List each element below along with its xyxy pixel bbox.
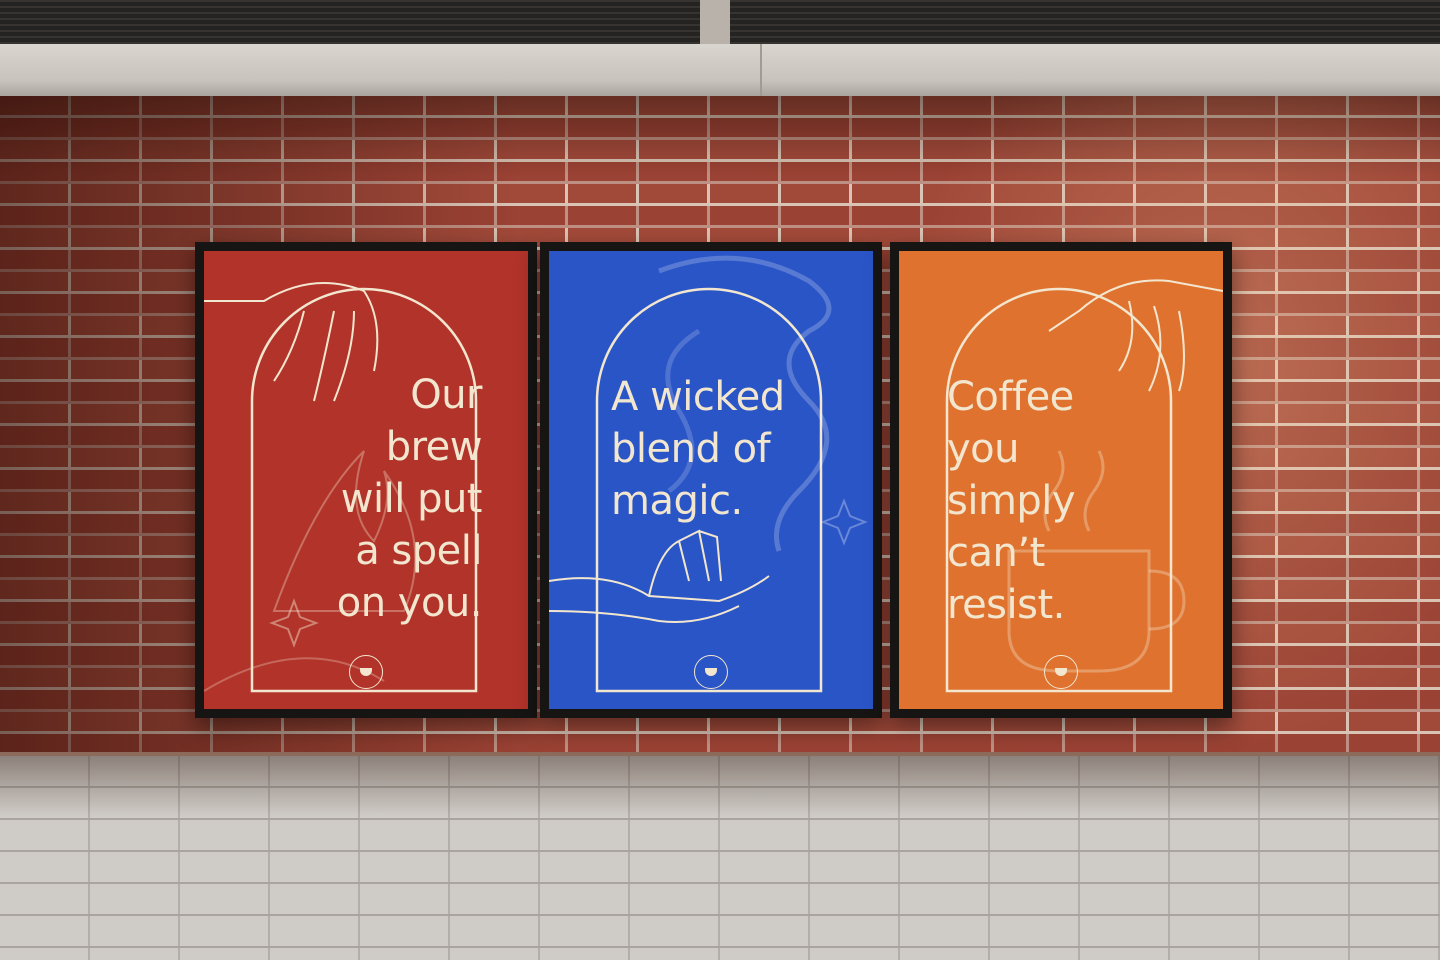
poster-orange: Coffee you simply can’t resist. bbox=[899, 251, 1223, 709]
poster-red: Our brew will put a spell on you. bbox=[204, 251, 528, 709]
headline-line: will put bbox=[340, 476, 483, 522]
poster-red-headline: Our brew will put a spell on you. bbox=[262, 369, 483, 629]
poster-blue: A wicked blend of magic. bbox=[549, 251, 873, 709]
headline-line: a spell bbox=[355, 528, 482, 574]
brand-logo-badge bbox=[694, 655, 728, 689]
headline-line: Our bbox=[410, 372, 482, 418]
poster-orange-headline: Coffee you simply can’t resist. bbox=[947, 371, 1167, 631]
poster-frame-red: Our brew will put a spell on you. bbox=[195, 242, 537, 718]
headline-line: on you. bbox=[336, 580, 483, 626]
poster-frame-blue: A wicked blend of magic. bbox=[540, 242, 882, 718]
concrete-lintel bbox=[0, 44, 1440, 96]
brand-logo-badge bbox=[349, 655, 383, 689]
headline-line: Coffee bbox=[947, 374, 1074, 420]
poster-blue-headline: A wicked blend of magic. bbox=[611, 371, 831, 527]
headline-line: resist. bbox=[947, 582, 1065, 628]
window-strip bbox=[0, 0, 1440, 44]
headline-line: A wicked bbox=[611, 374, 785, 420]
lintel-seam bbox=[760, 44, 762, 96]
headline-line: you bbox=[947, 426, 1020, 472]
poster-frame-orange: Coffee you simply can’t resist. bbox=[890, 242, 1232, 718]
sidewalk-shadow bbox=[0, 756, 1440, 816]
headline-line: simply bbox=[947, 478, 1076, 524]
headline-line: magic. bbox=[611, 478, 743, 524]
street-scene: Our brew will put a spell on you. A wick… bbox=[0, 0, 1440, 960]
brand-logo-badge bbox=[1044, 655, 1078, 689]
headline-line: blend of bbox=[611, 426, 771, 472]
headline-line: can’t bbox=[947, 530, 1045, 576]
window-divider bbox=[700, 0, 730, 44]
headline-line: brew bbox=[385, 424, 483, 470]
